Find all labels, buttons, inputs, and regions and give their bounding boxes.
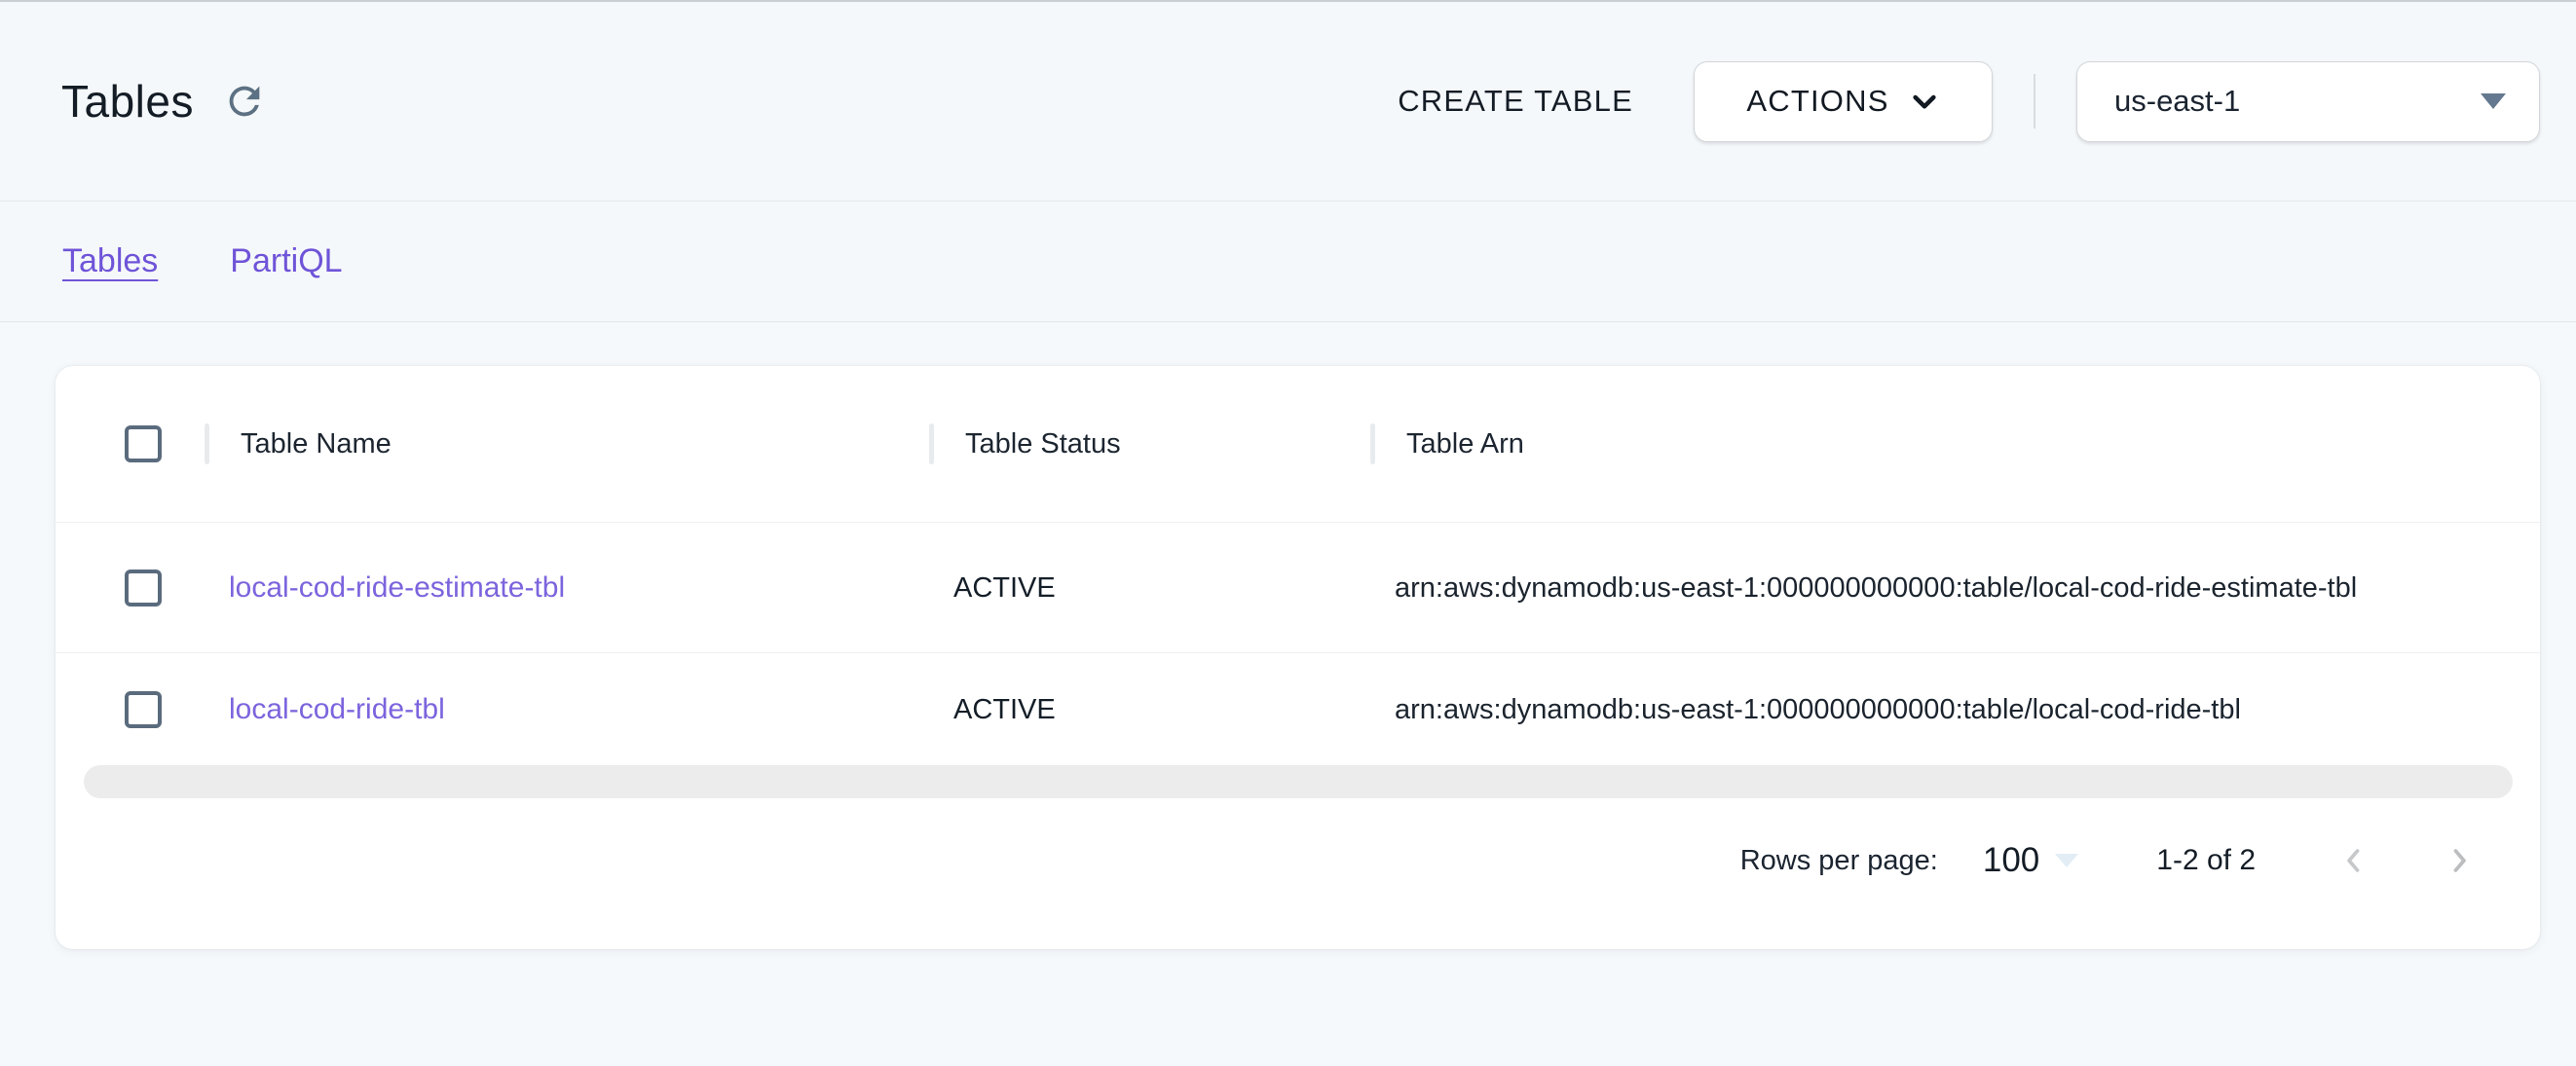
table-status-cell: ACTIVE [929,693,1370,726]
rows-per-page-label: Rows per page: [1740,845,1938,877]
region-select[interactable]: us-east-1 [2076,61,2540,142]
page-header: Tables CREATE TABLE ACTIONS us-east-1 [0,2,2576,201]
row-checkbox-cell [56,691,205,728]
chevron-down-icon [1909,86,1940,117]
select-all-checkbox[interactable] [125,425,162,462]
refresh-icon [222,79,267,124]
column-header-label: Table Arn [1406,428,1524,460]
title-group: Tables [61,75,268,128]
refresh-button[interactable] [221,78,268,125]
next-page-button[interactable] [2443,844,2476,877]
arn-value: arn:aws:dynamodb:us-east-1:000000000000:… [1395,694,2241,725]
table-name-cell: local-cod-ride-tbl [205,693,929,726]
table-status-cell: ACTIVE [929,571,1370,605]
tab-bar: Tables PartiQL [0,201,2576,322]
column-header-label: Table Status [965,428,1121,460]
row-checkbox[interactable] [125,570,162,607]
caret-down-icon [2055,854,2078,867]
actions-dropdown-button[interactable]: ACTIONS [1694,61,1993,142]
chevron-right-icon [2443,844,2476,877]
caret-down-icon [2481,93,2506,109]
table-row: local-cod-ride-estimate-tbl ACTIVE arn:a… [56,522,2540,652]
column-header-table-name: Table Name [205,366,929,522]
chevron-left-icon [2337,844,2371,877]
table-row: local-cod-ride-tbl ACTIVE arn:aws:dynamo… [56,652,2540,765]
actions-button-label: ACTIONS [1746,84,1888,119]
column-header-label: Table Name [241,428,392,460]
region-select-value: us-east-1 [2114,84,2240,119]
column-resize-handle[interactable] [1370,423,1375,464]
main-content: Table Name Table Status Table Arn local-… [0,322,2576,1064]
column-header-table-arn: Table Arn [1370,366,2540,522]
tab-tables[interactable]: Tables [62,242,158,280]
table-arn-cell: arn:aws:dynamodb:us-east-1:000000000000:… [1370,693,2540,726]
column-header-table-status: Table Status [929,366,1370,522]
select-all-cell [56,425,205,462]
arn-value: arn:aws:dynamodb:us-east-1:000000000000:… [1395,572,2357,604]
rows-per-page-select[interactable]: 100 [1983,841,2039,880]
tab-partiql[interactable]: PartiQL [230,242,342,280]
table-name-link[interactable]: local-cod-ride-tbl [229,693,445,725]
pagination-range-label: 1-2 of 2 [2156,844,2256,877]
row-checkbox-cell [56,570,205,607]
table-name-cell: local-cod-ride-estimate-tbl [205,571,929,605]
table-arn-cell: arn:aws:dynamodb:us-east-1:000000000000:… [1370,571,2540,605]
row-checkbox[interactable] [125,691,162,728]
column-resize-handle[interactable] [205,423,209,464]
table-name-link[interactable]: local-cod-ride-estimate-tbl [229,571,565,604]
tables-card: Table Name Table Status Table Arn local-… [56,366,2540,949]
horizontal-scrollbar[interactable] [84,765,2513,798]
status-value: ACTIVE [953,572,1056,604]
column-resize-handle[interactable] [929,423,934,464]
previous-page-button[interactable] [2337,844,2371,877]
table-header-row: Table Name Table Status Table Arn [56,366,2540,522]
create-table-button[interactable]: CREATE TABLE [1398,84,1633,119]
header-divider [2034,74,2035,129]
pagination-bar: Rows per page: 100 1-2 of 2 [1740,814,2540,907]
status-value: ACTIVE [953,694,1056,725]
page-title: Tables [61,75,194,128]
